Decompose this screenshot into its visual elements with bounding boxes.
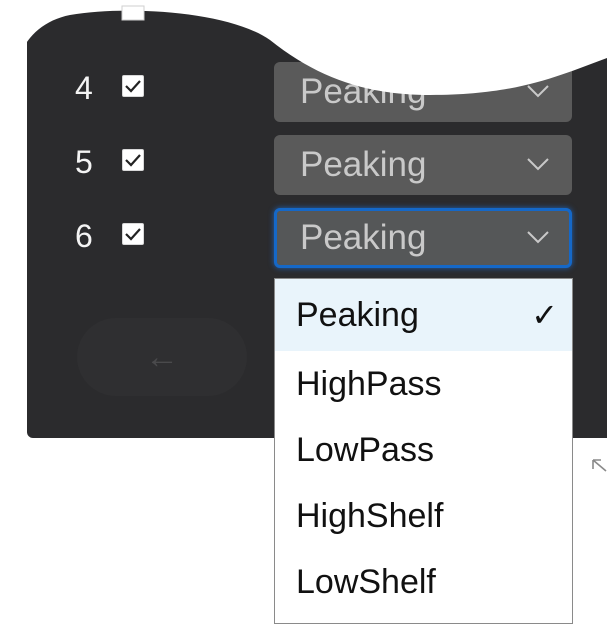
option-label: HighShelf [296,497,444,535]
option-label: LowShelf [296,563,436,601]
band-5-enabled-checkbox[interactable] [122,149,144,171]
band-5-filter-select[interactable]: Peaking [274,135,572,195]
band-6-enabled-checkbox[interactable] [122,223,144,245]
option-label: Peaking [296,296,419,334]
left-arrow-icon: ← [145,338,179,376]
torn-edge-overlay [0,0,607,95]
option-lowshelf[interactable]: LowShelf [275,549,572,615]
checkmark-icon [125,154,141,167]
option-highshelf[interactable]: HighShelf [275,483,572,549]
option-lowpass[interactable]: LowPass [275,417,572,483]
band-number-6: 6 [75,218,93,254]
option-label: HighPass [296,365,442,403]
band-5-filter-value: Peaking [300,145,427,184]
chevron-down-icon [527,231,549,244]
band-number-5: 5 [75,144,93,180]
option-peaking[interactable]: Peaking ✓ [275,279,572,351]
checkmark-icon [125,228,141,241]
chevron-down-icon [527,158,549,171]
band-6-filter-value: Peaking [300,218,427,257]
back-button[interactable]: ← [77,318,247,396]
band-6-filter-select[interactable]: Peaking [274,208,572,268]
option-label: LowPass [296,431,434,469]
pointer-arrow-icon [592,459,607,472]
filter-type-dropdown: Peaking ✓ HighPass LowPass HighShelf Low… [274,278,573,624]
option-highpass[interactable]: HighPass [275,351,572,417]
checkmark-icon: ✓ [531,297,558,333]
